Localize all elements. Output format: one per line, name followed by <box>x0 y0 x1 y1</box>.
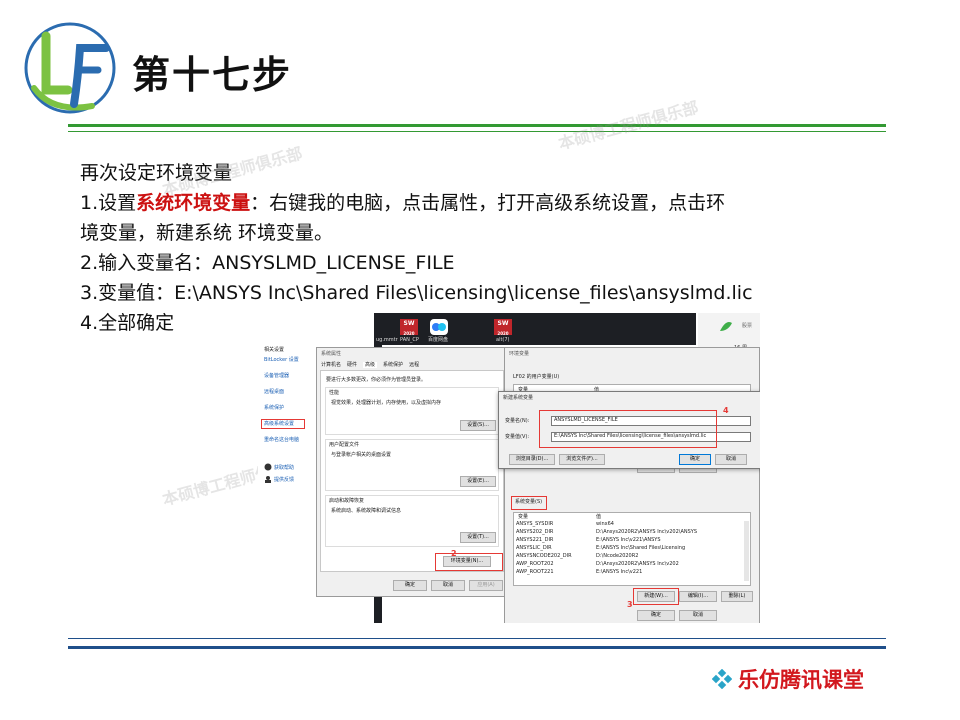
variable-name-label: 变量名(N): <box>505 418 530 424</box>
instruction-line-2: 1.设置系统环境变量：右键我的电脑，点击属性，打开高级系统设置，点击环 <box>80 188 900 218</box>
instruction-line-3: 境变量，新建系统 环境变量。 <box>80 222 334 244</box>
solidworks-icon[interactable]: SW 2020 <box>494 319 512 336</box>
env-ok-button[interactable]: 确定 <box>637 610 675 621</box>
tab-computer-name[interactable]: 计算机名 <box>321 362 341 368</box>
desktop-strip <box>374 313 696 345</box>
system-delete-button[interactable]: 删除(L) <box>721 591 753 602</box>
header-rule <box>68 124 886 127</box>
environment-variables-button[interactable]: 环境变量(N)... <box>443 556 491 567</box>
new-var-ok-button[interactable]: 确定 <box>679 454 711 465</box>
new-var-dialog-title: 新建系统变量 <box>503 395 534 401</box>
footer-rule-thin <box>68 638 886 639</box>
system-vars-scrollbar[interactable] <box>744 521 749 581</box>
variable-value-label: 变量值(V): <box>505 434 530 440</box>
startup-title: 启动和故障恢复 <box>329 498 365 504</box>
user-profile-settings-button[interactable]: 设置(E)... <box>460 476 496 487</box>
footer-rule <box>68 646 886 649</box>
tab-hardware[interactable]: 硬件 <box>347 362 357 368</box>
brand-text: 乐仿腾讯课堂 <box>738 667 864 692</box>
col-header-value: 值 <box>596 514 602 520</box>
tab-panel: 要进行大多数更改，你必须作为管理员登录。 性能 视觉效果，处理器计划，内存使用，… <box>320 370 504 572</box>
browse-directory-button[interactable]: 浏览目录(D)... <box>509 454 555 465</box>
system-properties-dialog: 系统属性 计算机名 硬件 高级 系统保护 远程 要进行大多数更改，你必须作为管理… <box>316 347 508 597</box>
table-row[interactable]: ANSYS_SYSDIR winx64 <box>516 521 742 529</box>
env-cancel-button[interactable]: 取消 <box>679 610 717 621</box>
startup-recovery-group: 启动和故障恢复 系统启动、系统故障和调试信息 设置(T)... <box>325 495 499 547</box>
link-device-manager[interactable]: 设备管理器 <box>264 373 289 379</box>
dialog-title: 系统属性 <box>321 351 342 357</box>
instruction-suffix: ：右键我的电脑，点击属性，打开高级系统设置，点击环 <box>250 192 726 214</box>
system-new-button[interactable]: 新建(W)... <box>637 591 675 602</box>
link-bitlocker[interactable]: BitLocker 设置 <box>264 357 299 363</box>
user-profile-group: 用户配置文件 与登录帐户相关的桌面设置 设置(E)... <box>325 439 499 491</box>
sysprops-cancel-button[interactable]: 取消 <box>431 580 465 591</box>
user-vars-label: LF02 的用户变量(U) <box>513 374 560 380</box>
page-title: 第十七步 <box>132 53 293 97</box>
desktop-icon-label[interactable]: alt(7) <box>496 337 510 343</box>
system-edit-button[interactable]: 编辑(I)... <box>679 591 717 602</box>
lf-logo <box>22 18 120 118</box>
table-row[interactable]: ANSYSLIC_DIR E:\ANSYS Inc\Shared Files\Li… <box>516 545 742 553</box>
desktop-icon-label[interactable]: PAN_CP <box>400 337 419 343</box>
performance-settings-button[interactable]: 设置(S)... <box>460 420 496 431</box>
performance-group: 性能 视觉效果，处理器计划，内存使用，以及虚拟内存 设置(S)... <box>325 387 499 435</box>
tab-advanced[interactable]: 高级 <box>363 362 378 368</box>
windows-screenshot: ug.mmtr SW 2020 PAN_CP 百度网盘 SW 2020 alt(7)… <box>258 313 760 623</box>
instruction-highlight: 系统环境变量 <box>136 192 251 214</box>
plant-icon <box>720 322 732 331</box>
instruction-line-5: 3.变量值：E:\ANSYS Inc\Shared Files\licensin… <box>80 282 753 304</box>
browse-file-button[interactable]: 浏览文件(F)... <box>559 454 605 465</box>
performance-desc: 视觉效果，处理器计划，内存使用，以及虚拟内存 <box>331 400 442 406</box>
instruction-prefix: 1.设置 <box>80 192 137 214</box>
user-profile-desc: 与登录帐户相关的桌面设置 <box>331 452 392 458</box>
sysprops-apply-button[interactable]: 应用(A) <box>469 580 503 591</box>
step-3-marker: 3 <box>627 600 633 609</box>
new-system-variable-dialog: 新建系统变量 变量名(N): 变量值(V): ANSYSLMD_LICENSE_… <box>498 391 760 469</box>
environment-variables-dialog: 环境变量 LF02 的用户变量(U) 变量 值 新建(N)... 编辑 系统变量… <box>504 347 760 623</box>
link-feedback[interactable]: 提供反馈 <box>274 477 294 483</box>
link-get-help[interactable]: 获取帮助 <box>274 465 294 471</box>
sysprops-ok-button[interactable]: 确定 <box>393 580 427 591</box>
link-remote-desktop[interactable]: 远程桌面 <box>264 389 284 395</box>
system-vars-rows: ANSYS_SYSDIR winx64 ANSYS202_DIR D:\Ansys2… <box>516 521 742 577</box>
instruction-line-4: 2.输入变量名：ANSYSLMD_LICENSE_FILE <box>80 252 455 274</box>
feedback-icon <box>265 476 271 483</box>
related-settings-heading: 相关设置 <box>264 347 285 353</box>
admin-note: 要进行大多数更改，你必须作为管理员登录。 <box>326 377 427 383</box>
user-profile-title: 用户配置文件 <box>329 442 360 448</box>
settings-related-panel: 相关设置 BitLocker 设置 设备管理器 远程桌面 系统保护 高级系统设置… <box>258 341 318 541</box>
widget-text: 股票 <box>742 323 753 329</box>
baidu-netdisk-icon[interactable] <box>430 319 448 335</box>
table-row[interactable]: ANSYS202_DIR D:\Ansys2020R2\ANSYS Inc\v20… <box>516 529 742 537</box>
startup-settings-button[interactable]: 设置(T)... <box>460 532 496 543</box>
desktop-icon-label[interactable]: 百度网盘 <box>428 337 448 343</box>
help-icon <box>264 463 272 471</box>
footer-brand: 乐仿腾讯课堂 <box>712 664 864 694</box>
tab-remote[interactable]: 远程 <box>409 362 419 368</box>
desktop-icon-label[interactable]: ug.mmtr <box>376 337 398 343</box>
link-advanced-system-settings[interactable]: 高级系统设置 <box>264 421 294 427</box>
step-4-marker: 4 <box>723 406 729 415</box>
link-rename-pc[interactable]: 重命名这台电脑 <box>264 437 299 443</box>
system-vars-table[interactable]: 变量 值 ANSYS_SYSDIR winx64 ANSYS202_DIR D:\A… <box>513 512 751 586</box>
header-rule-thin <box>68 131 886 132</box>
table-row[interactable]: AWP_ROOT202 D:\Ansys2020R2\ANSYS Inc\v202 <box>516 561 742 569</box>
lf-logo-icon <box>24 22 116 114</box>
system-vars-label: 系统变量(S) <box>515 499 543 505</box>
startup-desc: 系统启动、系统故障和调试信息 <box>331 508 402 514</box>
new-var-cancel-button[interactable]: 取消 <box>715 454 747 465</box>
solidworks-icon[interactable]: SW 2020 <box>400 319 418 336</box>
tab-strip: 计算机名 硬件 高级 系统保护 远程 <box>321 362 419 368</box>
tab-system-protection[interactable]: 系统保护 <box>383 362 403 368</box>
diamond-cluster-icon <box>712 669 732 689</box>
table-row[interactable]: ANSYSNCODE202_DIR D:\Ncode2020R2 <box>516 553 742 561</box>
env-dialog-title: 环境变量 <box>509 351 530 357</box>
col-header-variable: 变量 <box>518 514 529 520</box>
performance-title: 性能 <box>329 390 340 396</box>
table-row[interactable]: AWP_ROOT221 E:\ANSYS Inc\v221 <box>516 569 742 577</box>
table-row[interactable]: ANSYS221_DIR E:\ANSYS Inc\v221\ANSYS <box>516 537 742 545</box>
link-system-protection[interactable]: 系统保护 <box>264 405 284 411</box>
new-var-fields-highlight <box>539 410 717 448</box>
